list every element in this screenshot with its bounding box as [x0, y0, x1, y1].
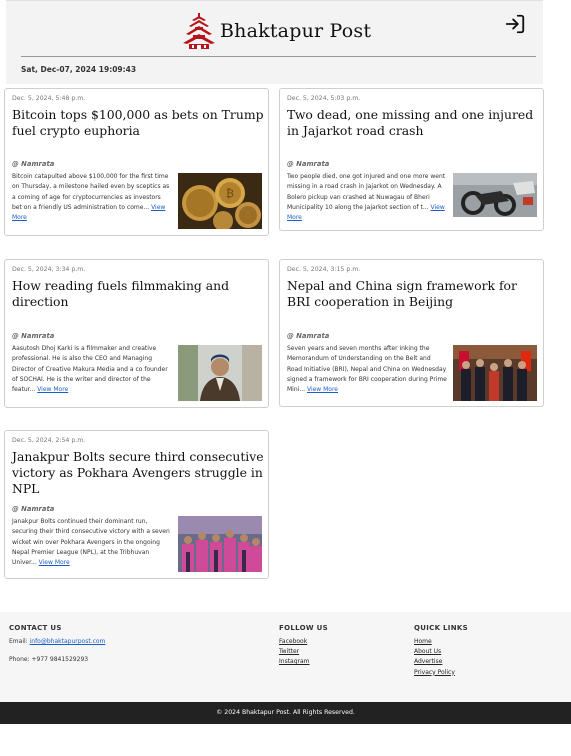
crashed-motorcycle-photo[interactable]	[453, 173, 537, 217]
article-date: Dec. 5, 2024, 3:15 p.m.	[287, 266, 361, 273]
article-title[interactable]: Nepal and China sign framework for BRI c…	[287, 278, 539, 310]
twitter-link[interactable]: Twitter	[279, 647, 328, 657]
instagram-link[interactable]: Instagram	[279, 657, 328, 667]
quick-links-heading: QUICK LINKS	[414, 624, 468, 632]
view-more-link[interactable]: View More	[37, 386, 68, 393]
quick-links-section: QUICK LINKS Home About Us Advertise Priv…	[414, 624, 468, 678]
follow-heading: FOLLOW US	[279, 624, 328, 632]
article-author: @ Namrata	[12, 505, 55, 513]
contact-heading: CONTACT US	[9, 624, 62, 632]
facebook-link[interactable]: Facebook	[279, 637, 328, 647]
email-link[interactable]: info@bhaktapurpost.com	[30, 638, 106, 645]
privacy-policy-link[interactable]: Privacy Policy	[414, 668, 468, 678]
advertise-link[interactable]: Advertise	[414, 657, 468, 667]
current-datetime: Sat, Dec-07, 2024 19:09:43	[21, 65, 137, 74]
article-title[interactable]: Two dead, one missing and one injured in…	[287, 107, 539, 139]
bitcoin-coins-photo[interactable]: ₿	[178, 173, 262, 229]
svg-text:₿: ₿	[226, 187, 234, 200]
article-title[interactable]: How reading fuels filmmaking and directi…	[12, 278, 264, 310]
view-more-link[interactable]: View More	[307, 386, 338, 393]
news-card[interactable]: Dec. 5, 2024, 5:03 p.m. Two dead, one mi…	[279, 88, 544, 231]
copyright-bar: © 2024 Bhaktapur Post. All Rights Reserv…	[0, 702, 571, 724]
contact-email-line: Email: info@bhaktapurpost.com	[9, 638, 106, 645]
contact-phone: Phone: +977 9841529293	[9, 656, 89, 664]
view-more-link[interactable]: View More	[39, 559, 70, 566]
news-card[interactable]: Dec. 5, 2024, 5:48 p.m. Bitcoin tops $10…	[4, 88, 269, 236]
article-author: @ Namrata	[287, 160, 330, 168]
about-link[interactable]: About Us	[414, 647, 468, 657]
article-title[interactable]: Janakpur Bolts secure third consecutive …	[12, 449, 264, 497]
news-card[interactable]: Dec. 5, 2024, 3:15 p.m. Nepal and China …	[279, 259, 544, 407]
portrait-photo[interactable]	[178, 345, 262, 401]
site-brand[interactable]: Bhaktapur Post	[180, 12, 371, 50]
site-name: Bhaktapur Post	[220, 20, 372, 42]
header-divider	[21, 56, 536, 57]
article-date: Dec. 5, 2024, 5:03 p.m.	[287, 95, 361, 102]
article-excerpt: Two people died, one got injured and one…	[287, 173, 446, 222]
news-card[interactable]: Dec. 5, 2024, 2:54 p.m. Janakpur Bolts s…	[4, 430, 269, 579]
article-date: Dec. 5, 2024, 3:34 p.m.	[12, 266, 86, 273]
article-date: Dec. 5, 2024, 5:48 p.m.	[12, 95, 86, 102]
home-link[interactable]: Home	[414, 637, 468, 647]
news-card[interactable]: Dec. 5, 2024, 3:34 p.m. How reading fuel…	[4, 259, 269, 408]
site-footer: CONTACT US Email: info@bhaktapurpost.com…	[0, 612, 571, 702]
follow-section: FOLLOW US Facebook Twitter Instagram	[279, 624, 328, 668]
article-excerpt: Janakpur Bolts continued their dominant …	[12, 518, 170, 567]
login-icon[interactable]	[504, 13, 526, 35]
cricket-team-photo[interactable]	[178, 516, 262, 572]
signing-ceremony-photo[interactable]	[453, 345, 537, 401]
article-excerpt: Aasutosh Dhoj Karki is a filmmaker and c…	[12, 345, 168, 394]
article-date: Dec. 5, 2024, 2:54 p.m.	[12, 437, 86, 444]
article-author: @ Namrata	[287, 332, 330, 340]
article-excerpt: Seven years and seven months after inkin…	[287, 345, 447, 394]
article-author: @ Namrata	[12, 332, 55, 340]
site-header: Bhaktapur Post Sat, Dec-07, 2024 19:09:4…	[6, 0, 543, 84]
article-title[interactable]: Bitcoin tops $100,000 as bets on Trump f…	[12, 107, 264, 139]
pagoda-logo-icon	[183, 13, 215, 49]
contact-section: CONTACT US Email: info@bhaktapurpost.com…	[9, 624, 105, 665]
article-author: @ Namrata	[12, 160, 55, 168]
article-excerpt: Bitcoin catapulted above $100,000 for th…	[12, 173, 170, 222]
